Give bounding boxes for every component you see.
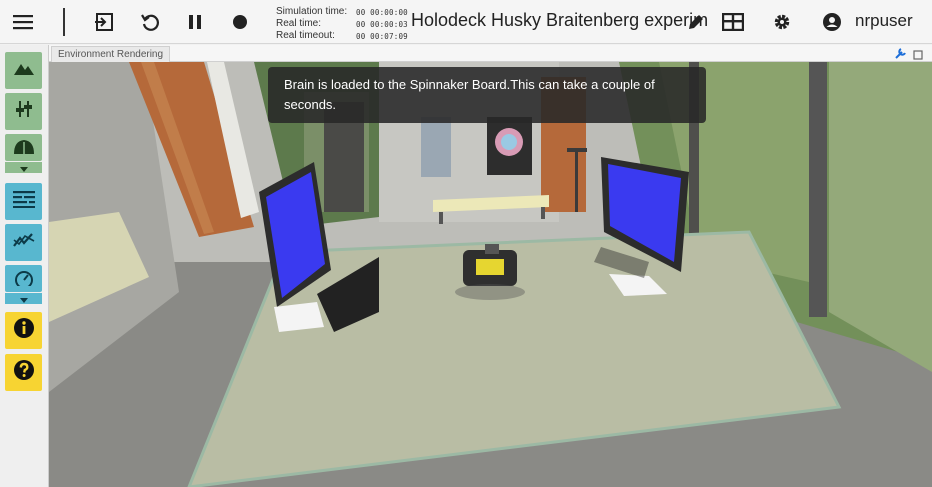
green-group-dropdown[interactable]	[5, 162, 42, 173]
tab-environment-rendering[interactable]: Environment Rendering	[51, 46, 171, 62]
gauge-icon	[14, 270, 34, 291]
toolbar-divider	[63, 8, 65, 36]
scene-render	[49, 62, 932, 487]
time-readouts: Simulation time: 00 00:00:00 Real time: 00…	[276, 6, 408, 42]
sim-time-label: Simulation time:	[276, 6, 348, 17]
info-icon	[13, 317, 35, 344]
environment-rendering-viewport[interactable]	[49, 62, 932, 487]
menu-icon[interactable]	[10, 9, 36, 35]
performance-button[interactable]	[5, 265, 42, 292]
console-lines-icon	[12, 190, 35, 213]
rendering-panel-header: Environment Rendering	[49, 45, 932, 62]
layout-grid-icon[interactable]	[720, 9, 746, 35]
exit-icon[interactable]	[91, 9, 117, 35]
notification-text: Brain is loaded to the Spinnaker Board.T…	[284, 77, 655, 112]
brain-editor-button[interactable]	[5, 134, 42, 161]
edit-pencil-icon[interactable]	[683, 9, 709, 35]
record-icon[interactable]	[227, 9, 253, 35]
sliders-icon	[14, 99, 34, 124]
real-time-value: 00 00:00:03	[356, 20, 408, 29]
robot-settings-button[interactable]	[5, 93, 42, 130]
info-button[interactable]	[5, 312, 42, 349]
real-time-label: Real time:	[276, 18, 322, 29]
experiment-title: Holodeck Husky Braitenberg experiment	[411, 10, 707, 30]
help-button[interactable]	[5, 354, 42, 391]
username[interactable]: nrpuser	[855, 11, 913, 31]
help-question-icon	[13, 359, 35, 386]
line-chart-icon	[12, 232, 35, 253]
brain-icon	[13, 138, 35, 159]
mountain-icon	[13, 61, 34, 80]
plot-button[interactable]	[5, 224, 42, 261]
reset-icon[interactable]	[137, 9, 163, 35]
real-timeout-value: 00 00:07:09	[356, 32, 408, 41]
blue-group-dropdown[interactable]	[5, 293, 42, 304]
real-timeout-label: Real timeout:	[276, 30, 335, 41]
top-toolbar: Simulation time: 00 00:00:00 Real time: 00…	[0, 0, 932, 44]
brain-loading-notification: Brain is loaded to the Spinnaker Board.T…	[268, 67, 706, 123]
caret-down-icon	[19, 290, 28, 308]
sim-time-value: 00 00:00:00	[356, 8, 408, 17]
pause-icon[interactable]	[182, 9, 208, 35]
caret-down-icon	[19, 159, 28, 177]
log-console-button[interactable]	[5, 183, 42, 220]
side-toolbar	[0, 45, 49, 487]
environment-button[interactable]	[5, 52, 42, 89]
settings-gear-icon[interactable]	[769, 9, 795, 35]
account-icon[interactable]	[819, 9, 845, 35]
